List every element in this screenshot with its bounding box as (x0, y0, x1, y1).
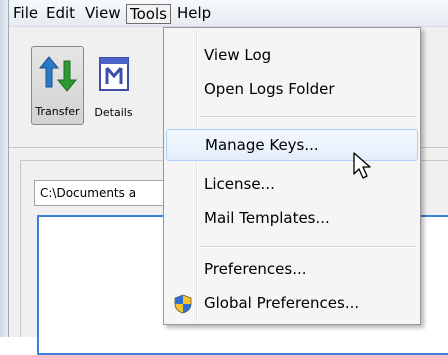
menu-item-view-log[interactable]: View Log (166, 40, 418, 72)
menu-item-label: Mail Templates... (204, 209, 330, 227)
menu-item-manage-keys[interactable]: Manage Keys... (166, 129, 418, 161)
menu-item-label: View Log (204, 46, 272, 64)
menu-item-label: Open Logs Folder (204, 80, 335, 98)
menu-item-mail-templates[interactable]: Mail Templates... (166, 203, 418, 235)
transfer-button[interactable]: Transfer (31, 46, 84, 125)
menu-separator (200, 246, 416, 248)
menu-item-label: Preferences... (204, 260, 307, 278)
tools-menu: View Log Open Logs Folder Manage Keys...… (163, 27, 421, 325)
menu-bar: File Edit View Tools Help (9, 0, 448, 27)
menu-item-label: License... (204, 175, 275, 193)
details-label: Details (94, 106, 133, 119)
mouse-pointer-icon (353, 152, 371, 179)
menu-item-label: Global Preferences... (204, 294, 360, 312)
window-left-border (0, 0, 9, 337)
menu-item-preferences[interactable]: Preferences... (166, 254, 418, 286)
menu-file[interactable]: File (10, 4, 41, 24)
menu-help[interactable]: Help (174, 4, 214, 24)
menu-tools[interactable]: Tools (126, 4, 171, 24)
transfer-arrows-icon (38, 56, 78, 92)
menu-edit[interactable]: Edit (43, 4, 78, 24)
menu-separator (200, 116, 416, 118)
details-icon (99, 57, 129, 91)
uac-shield-icon (174, 294, 192, 314)
menu-view[interactable]: View (82, 4, 124, 24)
menu-item-global-preferences[interactable]: Global Preferences... (166, 288, 418, 320)
transfer-label: Transfer (35, 105, 80, 118)
menu-item-license[interactable]: License... (166, 169, 418, 201)
menu-item-open-logs-folder[interactable]: Open Logs Folder (166, 74, 418, 106)
menu-item-label: Manage Keys... (205, 136, 319, 154)
details-button[interactable]: Details (87, 46, 140, 125)
